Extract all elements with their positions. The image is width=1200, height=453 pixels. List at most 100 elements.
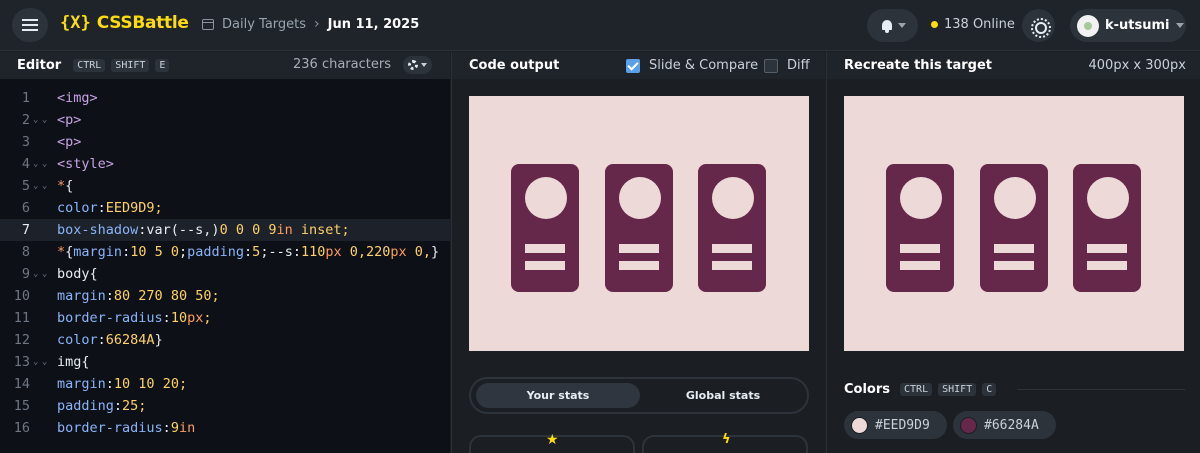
diff-toggle[interactable]: Diff: [764, 58, 810, 73]
gear-icon: [408, 60, 418, 70]
card-bar-shape: [1087, 261, 1127, 270]
code-token: :var(--s,): [138, 222, 220, 238]
code-token: 25;: [122, 398, 147, 414]
code-token: img{: [57, 354, 90, 370]
code-token: margin: [57, 288, 106, 304]
tab-your-stats[interactable]: Your stats: [476, 383, 640, 408]
diff-checkbox[interactable]: [764, 58, 778, 73]
card-bar-shape: [525, 244, 565, 253]
code-token: }: [154, 332, 163, 348]
stat-card-speed: ϟ: [642, 432, 808, 453]
code-line[interactable]: 13 ⌄ ⌄ img{: [0, 351, 450, 373]
code-token: in: [178, 420, 196, 436]
top-bar: {X} CSSBattle Daily Targets › Jun 11, 20…: [0, 0, 1200, 51]
code-line[interactable]: 16 border-radius:9in: [0, 417, 450, 439]
code-token: 0 0 0 9: [219, 222, 277, 238]
card-bar-shape: [619, 261, 659, 270]
code-line[interactable]: 5 ⌄ ⌄ *{: [0, 175, 450, 197]
code-token: body{: [57, 266, 98, 282]
tab-global-stats[interactable]: Global stats: [643, 383, 803, 408]
code-editor[interactable]: 1 <img> 2 ⌄ ⌄ <p> 3 <p> 4 ⌄ ⌄ <style> 5 ⌄ ⌄ *{6 color…: [0, 79, 450, 453]
code-line[interactable]: 15 padding:25;: [0, 395, 450, 417]
line-number: 14: [13, 376, 30, 392]
code-line[interactable]: 8 *{margin:10 5 0;padding:5;--s:110px 0,2…: [0, 241, 450, 263]
logo-text: CSSBattle: [96, 13, 189, 33]
code-line[interactable]: 3 <p>: [0, 131, 450, 153]
target-dimensions: 400px x 300px: [1088, 58, 1186, 73]
card-circle-shape: [1087, 177, 1129, 219]
code-line[interactable]: 12 color:66284A}: [0, 329, 450, 351]
code-line[interactable]: 11 border-radius:10px;: [0, 307, 450, 329]
code-token: <img>: [57, 90, 98, 106]
code-line[interactable]: 14 margin:10 10 20;: [0, 373, 450, 395]
code-token: margin: [73, 244, 123, 260]
code-token: :: [105, 288, 114, 304]
user-menu-button[interactable]: k-utsumi: [1070, 9, 1186, 42]
card-circle-shape: [712, 177, 754, 219]
target-card-shape: [980, 164, 1048, 292]
code-output-preview[interactable]: [469, 96, 809, 351]
card-circle-shape: [525, 177, 567, 219]
chevron-down-icon: [421, 63, 427, 67]
logo[interactable]: {X} CSSBattle: [60, 13, 189, 33]
avatar: [1077, 14, 1099, 37]
shortcut-key: E: [155, 59, 170, 72]
theme-toggle-button[interactable]: [1022, 9, 1055, 42]
code-text: body{: [57, 266, 98, 282]
line-number: 5: [21, 178, 30, 194]
code-text: color:EED9D9;: [57, 200, 163, 216]
code-token: 10 10 20;: [113, 376, 188, 392]
code-text: <style>: [57, 156, 114, 172]
fold-chevron-icon[interactable]: ⌄ ⌄: [30, 269, 57, 279]
line-number: 6: [21, 200, 30, 216]
code-text: box-shadow:var(--s,)0 0 0 9in inset;: [57, 222, 350, 238]
code-line[interactable]: 9 ⌄ ⌄ body{: [0, 263, 450, 285]
color-hex: #EED9D9: [875, 417, 930, 433]
color-chip: [851, 416, 868, 434]
slide-compare-checkbox[interactable]: [626, 58, 640, 73]
line-number: 10: [13, 288, 30, 304]
breadcrumb-daily-targets[interactable]: Daily Targets: [222, 17, 306, 32]
hamburger-icon: [22, 19, 38, 31]
code-line[interactable]: 7 box-shadow:var(--s,)0 0 0 9in inset;: [0, 219, 450, 241]
colors-title: Colors: [844, 382, 891, 397]
color-swatch-light[interactable]: #EED9D9: [844, 411, 947, 439]
fold-chevron-icon[interactable]: ⌄ ⌄: [30, 181, 57, 191]
code-token: 80 270 80 50;: [113, 288, 220, 304]
card-bar-shape: [994, 261, 1034, 270]
card-bar-shape: [712, 244, 752, 253]
color-swatch-dark[interactable]: #66284A: [953, 411, 1056, 439]
online-dot-icon: [931, 21, 938, 28]
fold-chevron-icon[interactable]: ⌄ ⌄: [30, 357, 57, 367]
code-token: 0,: [406, 244, 432, 260]
code-token: in: [276, 222, 293, 238]
shortcut-key: CTRL: [900, 383, 933, 396]
slide-compare-toggle[interactable]: Slide & Compare: [626, 58, 758, 73]
shortcut-key: C: [982, 383, 997, 396]
target-panel: Colors CTRL SHIFT C #EED9D9 #66284A: [826, 79, 1200, 453]
shortcut-key: SHIFT: [938, 383, 977, 396]
code-text: padding:25;: [57, 398, 146, 414]
menu-button[interactable]: [12, 8, 48, 42]
code-line[interactable]: 4 ⌄ ⌄ <style>: [0, 153, 450, 175]
code-token: :: [113, 398, 123, 414]
code-line[interactable]: 10 margin:80 270 80 50;: [0, 285, 450, 307]
card-bar-shape: [619, 244, 659, 253]
colors-header: Colors CTRL SHIFT C: [844, 382, 1002, 397]
code-line[interactable]: 1 <img>: [0, 87, 450, 109]
line-number: 4: [21, 156, 30, 172]
card-circle-shape: [994, 177, 1036, 219]
line-number: 16: [13, 420, 30, 436]
fold-chevron-icon[interactable]: ⌄ ⌄: [30, 115, 57, 125]
card-circle-shape: [619, 177, 661, 219]
breadcrumb: Daily Targets › Jun 11, 2025: [202, 16, 419, 32]
code-text: margin:10 10 20;: [57, 376, 187, 392]
code-text: <img>: [57, 90, 98, 106]
notifications-button[interactable]: [867, 9, 918, 42]
code-line[interactable]: 6 color:EED9D9;: [0, 197, 450, 219]
fold-chevron-icon[interactable]: ⌄ ⌄: [30, 159, 57, 169]
editor-settings-button[interactable]: [403, 56, 432, 74]
code-token: border-radius: [57, 420, 163, 436]
stat-card-score: ★: [469, 432, 635, 453]
code-line[interactable]: 2 ⌄ ⌄ <p>: [0, 109, 450, 131]
